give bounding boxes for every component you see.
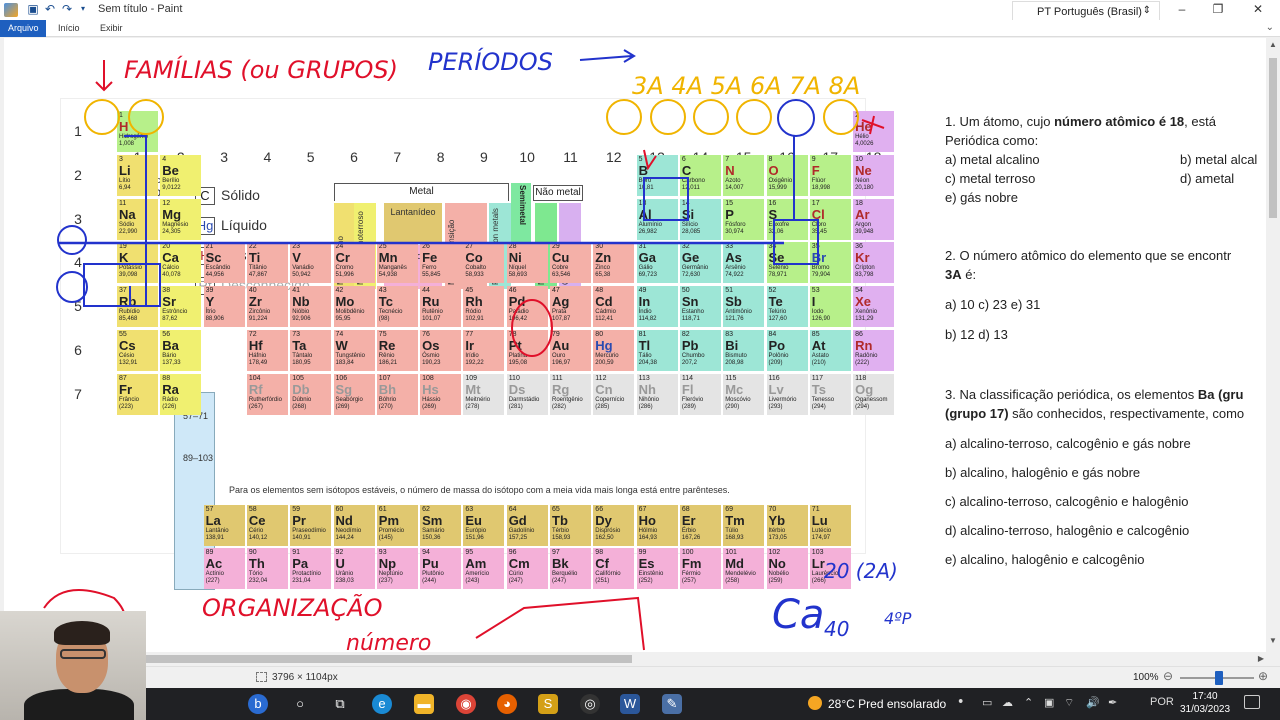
- zoom-out-icon[interactable]: ⊖: [1163, 669, 1173, 683]
- annotation-k-ca-box: [83, 263, 161, 307]
- ribbon-collapse-icon[interactable]: ⌄: [1266, 22, 1274, 33]
- annotation-group-circle: [693, 99, 729, 135]
- canvas-dimensions: 3796 × 1104px: [272, 672, 338, 683]
- annotation-group-circle: [128, 99, 164, 135]
- annotation-silver-circle: [511, 299, 553, 357]
- scroll-up-icon[interactable]: ▲: [1266, 40, 1280, 54]
- zoom-in-icon[interactable]: ⊕: [1258, 669, 1268, 683]
- paint-app-icon[interactable]: [4, 3, 18, 17]
- word-icon[interactable]: W: [620, 694, 640, 714]
- presenter-hair: [54, 621, 110, 645]
- annotation-group-circle: [650, 99, 686, 135]
- annotation-group-circle: [84, 99, 120, 135]
- tray-app-icon[interactable]: ▣: [1044, 696, 1054, 709]
- presenter-shirt: [24, 689, 134, 720]
- pen-icon[interactable]: ✒: [1108, 696, 1117, 709]
- search-icon[interactable]: ○: [290, 694, 310, 714]
- sun-icon: [808, 696, 822, 710]
- annotation-arrow-right: [579, 49, 636, 63]
- annotation-group-circle: [606, 99, 642, 135]
- annotation-familias: FAMÍLIAS (ou GRUPOS): [124, 55, 398, 84]
- status-bar: 3796 × 1104px 100% ⊖ ⊕: [0, 666, 1280, 688]
- people-icon[interactable]: ꔷ: [958, 696, 963, 709]
- annotation-organizacao: ORGANIZAÇÃO: [202, 592, 383, 622]
- volume-icon[interactable]: 🔊: [1086, 696, 1100, 709]
- wifi-icon[interactable]: ⌔: [1064, 696, 1074, 710]
- hidden-icons-icon[interactable]: ⌃: [1024, 696, 1033, 709]
- webcam-overlay: [0, 611, 146, 720]
- window-title: Sem título - Paint: [98, 3, 183, 15]
- language-dropdown-icon: ⇕: [1142, 5, 1151, 16]
- title-bar: ▣ ↶ ↷ ▾ Sem título - Paint PT Português …: [0, 0, 1280, 21]
- annotation-numero: número: [346, 631, 431, 652]
- input-language[interactable]: POR: [1150, 696, 1174, 708]
- annotation-check-mark: [643, 149, 657, 171]
- save-icon[interactable]: ▣: [26, 2, 40, 16]
- clock[interactable]: 17:40 31/03/2023: [1180, 690, 1230, 716]
- annotation-star-mark: [861, 115, 885, 135]
- customize-toolbar-icon[interactable]: ▾: [76, 2, 90, 16]
- language-selector[interactable]: PT Português (Brasil) ⇕: [1012, 1, 1160, 21]
- drawing-canvas[interactable]: 123456789101112131415161718123456767CSól…: [4, 38, 1266, 652]
- annotation-group-letters: 3A 4A 5A 6A 7A 8A: [632, 72, 860, 100]
- horizontal-scroll-thumb[interactable]: [146, 655, 632, 663]
- firefox-icon[interactable]: ◕: [497, 694, 517, 714]
- handwritten-annotations: FAMÍLIAS (ou GRUPOS) PERÍODOS 3A 4A 5A 6A …: [43, 47, 912, 652]
- taskbar: b ○ ⧉ e ▬ ◉ ◕ S ◎ W ✎ 28°C Pred ensolara…: [0, 688, 1280, 720]
- notifications-icon[interactable]: [1244, 695, 1260, 709]
- ribbon: Arquivo Início Exibir ⌄: [0, 20, 1280, 37]
- clock-date: 31/03/2023: [1180, 704, 1231, 715]
- canvas-size-icon: [256, 672, 267, 682]
- tab-arquivo[interactable]: Arquivo: [0, 20, 46, 37]
- battery-icon[interactable]: ▭: [982, 696, 992, 709]
- annotation-periodos: PERÍODOS: [428, 47, 553, 76]
- zoom-level: 100%: [1133, 672, 1159, 683]
- annotation-ca-subscript: 40: [824, 617, 849, 641]
- weather-widget[interactable]: 28°C Pred ensolarado: [808, 696, 946, 711]
- minimize-icon[interactable]: –: [1172, 2, 1192, 16]
- vertical-scroll-thumb[interactable]: [1269, 58, 1277, 218]
- scroll-right-icon[interactable]: ▶: [1258, 654, 1264, 663]
- annotation-group17-circle: [777, 99, 815, 137]
- annotation-arrow-down: [95, 60, 113, 92]
- bing-icon[interactable]: b: [248, 694, 268, 714]
- tab-inicio[interactable]: Início: [50, 20, 88, 37]
- undo-icon[interactable]: ↶: [43, 2, 57, 16]
- slides-app-icon[interactable]: S: [538, 694, 558, 714]
- annotation-box-sketch: [475, 596, 645, 651]
- edge-icon[interactable]: e: [372, 694, 392, 714]
- language-label: PT Português (Brasil): [1037, 6, 1142, 18]
- paint-taskbar-icon[interactable]: ✎: [662, 694, 682, 714]
- annotation-carbon-box: [643, 177, 689, 221]
- horizontal-scrollbar[interactable]: ▶: [146, 652, 1266, 666]
- task-view-icon[interactable]: ⧉: [330, 694, 350, 714]
- close-icon[interactable]: ✕: [1248, 2, 1268, 16]
- annotation-ca-symbol: Ca: [772, 592, 824, 638]
- obs-icon[interactable]: ◎: [580, 694, 600, 714]
- annotation-period3-circle: [57, 225, 87, 255]
- clock-time: 17:40: [1192, 691, 1218, 702]
- zoom-slider-thumb[interactable]: [1215, 671, 1223, 685]
- weather-text: 28°C Pred ensolarado: [828, 697, 947, 711]
- tab-exibir[interactable]: Exibir: [92, 20, 131, 37]
- annotation-period4-circle: [56, 271, 88, 303]
- annotation-group-circle: [823, 99, 859, 135]
- annotation-group2-box: [124, 135, 147, 307]
- annotation-ca-period: 4ºP: [884, 609, 912, 628]
- vertical-scrollbar[interactable]: ▲ ▼: [1266, 38, 1280, 652]
- presenter-glasses: [60, 649, 106, 659]
- chrome-icon[interactable]: ◉: [456, 694, 476, 714]
- redo-icon[interactable]: ↷: [60, 2, 74, 16]
- file-explorer-icon[interactable]: ▬: [414, 694, 434, 714]
- annotation-ca-superscript: 20 (2A): [824, 559, 898, 583]
- cloud-icon[interactable]: ☁: [1002, 696, 1013, 709]
- scroll-down-icon[interactable]: ▼: [1266, 636, 1280, 650]
- maximize-icon[interactable]: ❐: [1208, 2, 1228, 16]
- annotation-group-circle: [736, 99, 772, 135]
